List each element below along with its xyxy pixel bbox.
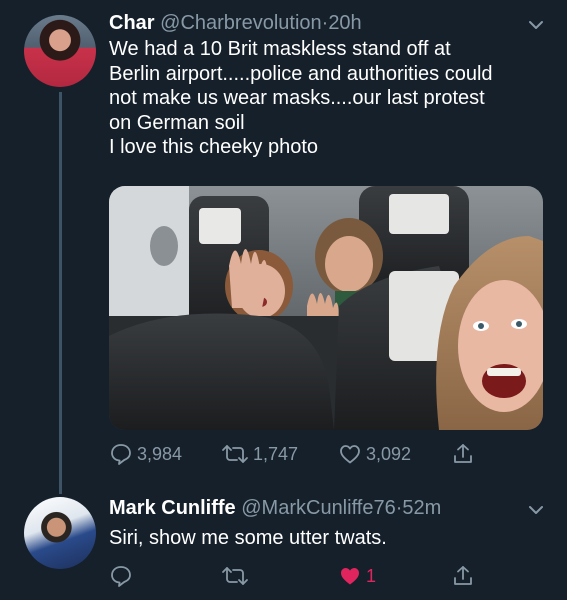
reply-header: Mark Cunliffe @MarkCunliffe76·52m <box>109 496 441 520</box>
heart-filled-icon <box>341 568 359 585</box>
reply-text: Siri, show me some utter twats. <box>109 527 387 549</box>
tweet-text-line: I love this cheeky photo <box>109 136 319 158</box>
reply-button[interactable] <box>109 561 133 591</box>
share-icon <box>454 444 472 463</box>
tweet-text: We had a 10 Brit maskless stand off at B… <box>109 37 549 160</box>
reply-author-handle[interactable]: @MarkCunliffe76 <box>241 497 395 519</box>
heart-outline-icon <box>340 445 360 464</box>
reply-time[interactable]: 52m <box>402 497 441 519</box>
author-name[interactable]: Char <box>109 12 155 34</box>
thread-connector-line <box>59 92 62 494</box>
like-button[interactable]: 3,092 <box>338 439 411 469</box>
retweet-button[interactable] <box>221 561 249 591</box>
mark-avatar[interactable] <box>24 497 96 569</box>
chevron-down-icon[interactable] <box>527 16 545 34</box>
tweet-photo[interactable] <box>109 186 543 430</box>
retweet-button[interactable]: 1,747 <box>221 439 298 469</box>
like-count: 3,092 <box>366 443 412 464</box>
tweet-time[interactable]: 20h <box>328 12 361 34</box>
airplane-selfie-photo <box>109 186 543 430</box>
share-icon <box>454 566 472 585</box>
reply-icon <box>111 444 131 465</box>
author-handle[interactable]: @Charbrevolution <box>160 12 322 34</box>
retweet-count: 1,747 <box>253 443 299 464</box>
tweet-text-line: not make us wear masks....our last prote… <box>109 87 485 109</box>
chevron-down-icon[interactable] <box>527 501 545 519</box>
reply-like-count: 1 <box>366 565 377 586</box>
share-button[interactable] <box>451 439 475 469</box>
share-button[interactable] <box>451 561 475 591</box>
tweet-actions: 3,984 1,747 3,092 <box>109 439 549 469</box>
tweet-header: Char @Charbrevolution·20h <box>109 11 362 35</box>
tweet-text-line: on German soil <box>109 111 245 134</box>
tweet-text-line: Berlin airport.....police and authoritie… <box>109 62 493 85</box>
char-avatar[interactable] <box>24 15 96 87</box>
reply-author-name[interactable]: Mark Cunliffe <box>109 497 236 519</box>
reply-button[interactable]: 3,984 <box>109 439 182 469</box>
tweet-text-line: We had a 10 Brit maskless stand off at <box>109 38 451 60</box>
reply-count: 3,984 <box>137 443 183 464</box>
retweet-icon <box>222 445 248 463</box>
reply-icon <box>111 566 131 587</box>
retweet-icon <box>222 567 248 585</box>
reply-actions: 1 <box>109 561 549 591</box>
like-button[interactable]: 1 <box>338 561 376 591</box>
